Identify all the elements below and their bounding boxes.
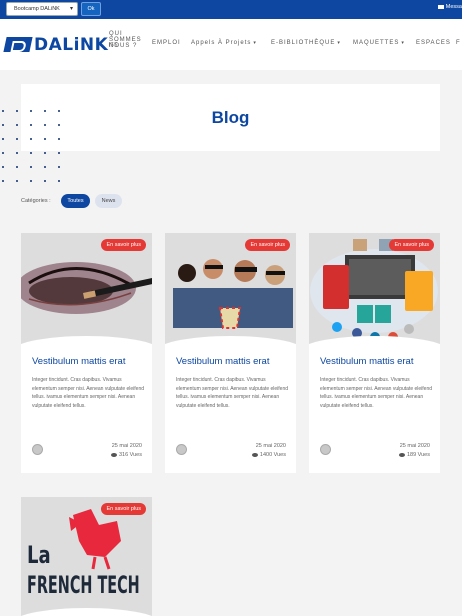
views-count: 189 Vues [406, 452, 430, 458]
dot-decoration [58, 152, 60, 154]
dot-decoration [44, 110, 46, 112]
dot-decoration [30, 138, 32, 140]
site-select-value: Bootcamp DALiNK [14, 6, 60, 12]
nav-label: F [456, 40, 461, 46]
dot-decoration [2, 152, 4, 154]
ok-button[interactable]: Ok [81, 2, 101, 16]
chevron-down-icon: ▾ [69, 6, 73, 12]
card-title[interactable]: Vestibulum mattis erat [32, 356, 125, 367]
card-views: 316 Vues [110, 452, 142, 458]
top-bar: Bootcamp DALiNK ▾ Ok Messa [0, 0, 462, 19]
dot-decoration [30, 110, 32, 112]
category-label: Catégories : [21, 198, 51, 204]
card-date: 25 mai 2020 [399, 443, 430, 449]
logo-text-la: La [27, 541, 51, 569]
dot-decoration [16, 180, 18, 182]
chevron-down-icon: ▾ [401, 40, 405, 46]
read-more-badge[interactable]: En savoir plus [245, 239, 290, 251]
read-more-badge[interactable]: En savoir plus [101, 503, 146, 515]
category-chip-toutes[interactable]: Toutes [61, 194, 90, 208]
dot-decoration [44, 166, 46, 168]
dot-decoration [2, 180, 4, 182]
chevron-down-icon: ▾ [337, 40, 341, 46]
card-excerpt: Integer tincidunt. Cras dapibus. Vivamus… [320, 377, 433, 409]
dot-decoration [58, 138, 60, 140]
nav-label: EMPLOI [152, 40, 181, 46]
dot-decoration [58, 110, 60, 112]
dot-decoration [2, 138, 4, 140]
eye-icon [398, 452, 405, 457]
dot-decoration [2, 110, 4, 112]
nav-item-qui-sommes-nous[interactable]: QUI SOMMES NOUS ? [109, 31, 142, 49]
messages-link[interactable]: Messa [437, 4, 462, 10]
card-title[interactable]: Vestibulum mattis erat [320, 356, 413, 367]
dot-decoration [30, 152, 32, 154]
dot-decoration [16, 166, 18, 168]
logo-mark-icon [3, 37, 33, 52]
author-avatar[interactable] [32, 444, 43, 455]
eye-icon [251, 452, 258, 457]
dot-pattern-decoration [0, 110, 80, 190]
card-excerpt: Integer tincidunt. Cras dapibus. Vivamus… [32, 377, 145, 409]
nav-item-espaces[interactable]: ESPACES [416, 40, 451, 46]
nav-label: ESPACES [416, 40, 451, 46]
eye-icon [110, 452, 117, 457]
dot-decoration [30, 166, 32, 168]
blog-card[interactable]: En savoir plus Vestibulum mattis erat In… [165, 233, 296, 473]
author-avatar[interactable] [176, 444, 187, 455]
author-avatar[interactable] [320, 444, 331, 455]
card-date: 25 mai 2020 [255, 443, 286, 449]
card-views: 189 Vues [398, 452, 430, 458]
page-title: Blog [211, 108, 250, 127]
nav-item-e-bibliotheque[interactable]: E-BIBLIOTHÈQUE ▾ [271, 40, 341, 46]
nav-label: E-BIBLIOTHÈQUE [271, 40, 336, 46]
views-count: 316 Vues [118, 452, 142, 458]
dot-decoration [2, 166, 4, 168]
logo-text: DALiNK [34, 35, 109, 55]
card-title[interactable]: Vestibulum mattis erat [176, 356, 269, 367]
site-header: DALiNKISS QUI SOMMES NOUS ? EMPLOI Appel… [0, 19, 462, 70]
card-date: 25 mai 2020 [111, 443, 142, 449]
read-more-badge[interactable]: En savoir plus [389, 239, 434, 251]
dot-decoration [16, 124, 18, 126]
blog-card[interactable]: La FRENCH TECH En savoir plus [21, 497, 152, 616]
dot-decoration [16, 110, 18, 112]
dot-decoration [16, 152, 18, 154]
blog-card[interactable]: En savoir plus Vestibulum mattis erat In… [21, 233, 152, 473]
dot-decoration [44, 138, 46, 140]
dot-decoration [44, 180, 46, 182]
site-select[interactable]: Bootcamp DALiNK ▾ [6, 2, 78, 16]
nav-item-more[interactable]: F [456, 40, 461, 46]
views-count: 1400 Vues [259, 452, 286, 458]
card-excerpt: Integer tincidunt. Cras dapibus. Vivamus… [176, 377, 289, 409]
dot-decoration [44, 152, 46, 154]
page-title-box: Blog [21, 84, 440, 151]
dot-decoration [2, 124, 4, 126]
read-more-badge[interactable]: En savoir plus [101, 239, 146, 251]
dot-decoration [58, 180, 60, 182]
nav-item-maquettes[interactable]: MAQUETTES ▾ [353, 40, 405, 46]
envelope-icon [437, 4, 444, 9]
dot-decoration [58, 124, 60, 126]
dot-decoration [44, 124, 46, 126]
messages-label: Messa [445, 4, 462, 10]
nav-label: NOUS ? [109, 43, 138, 49]
dot-decoration [58, 166, 60, 168]
chevron-down-icon: ▾ [253, 40, 257, 46]
nav-label: MAQUETTES [353, 40, 400, 46]
nav-item-appels-a-projets[interactable]: Appels À Projets ▾ [191, 40, 257, 46]
category-chip-news[interactable]: News [95, 194, 122, 208]
nav-item-emploi[interactable]: EMPLOI [152, 40, 181, 46]
dot-decoration [30, 180, 32, 182]
logo-text-french-tech: FRENCH TECH [27, 571, 140, 599]
card-views: 1400 Vues [251, 452, 286, 458]
dot-decoration [30, 124, 32, 126]
blog-card[interactable]: En savoir plus Vestibulum mattis erat In… [309, 233, 440, 473]
dot-decoration [16, 138, 18, 140]
